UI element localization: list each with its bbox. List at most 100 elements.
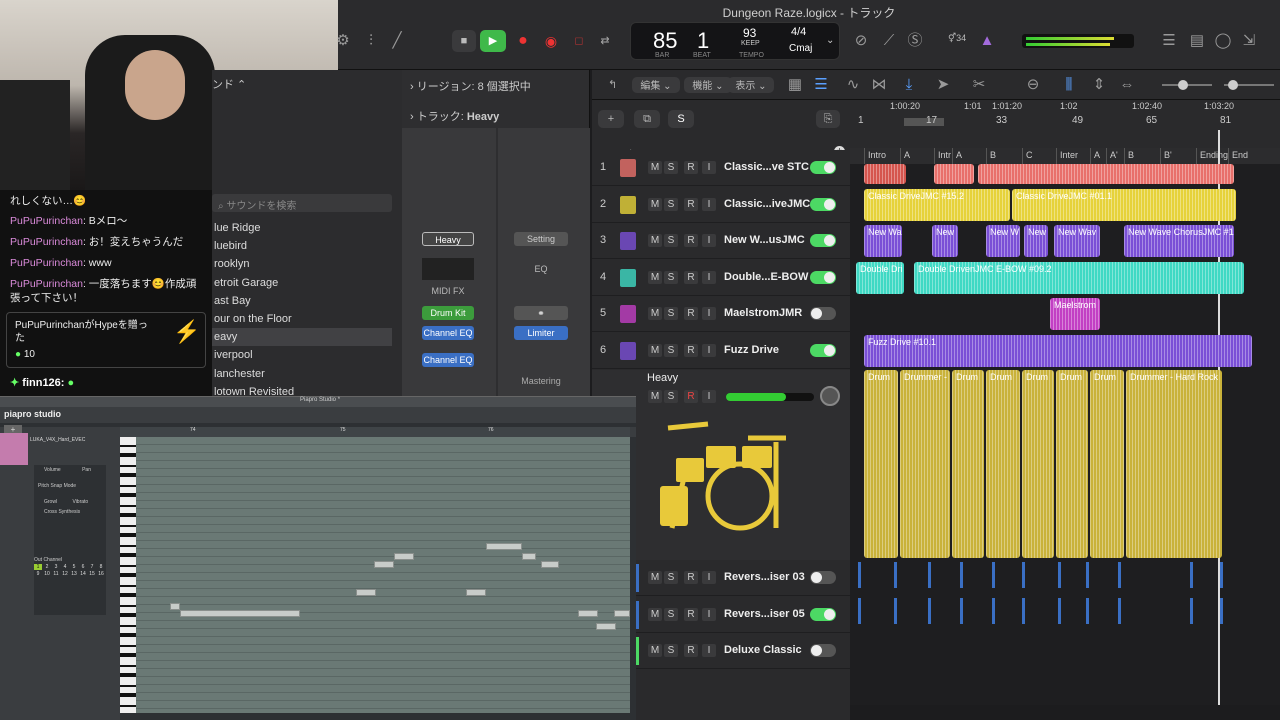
drummer-region[interactable]: Drummer - [900, 370, 950, 558]
midi-event[interactable] [1118, 598, 1121, 624]
add-track-button[interactable]: + [598, 110, 624, 128]
eq-thumbnail[interactable] [422, 258, 474, 280]
channel-button[interactable]: 7 [88, 564, 96, 570]
channel-button[interactable]: 11 [52, 571, 60, 577]
piapro-hscrollbar[interactable] [120, 713, 636, 720]
track-name[interactable]: Revers...iser 03 [724, 571, 805, 583]
mixer-icon[interactable]: ⫶ [360, 30, 382, 52]
drummer-region[interactable]: Drum [1090, 370, 1124, 558]
library-item[interactable]: ast Bay [212, 292, 392, 310]
loop-browser-icon[interactable]: ◯ [1212, 30, 1234, 52]
note[interactable] [578, 610, 598, 617]
edit-menu[interactable]: 編集 ⌄ [632, 77, 680, 93]
sound-search-input[interactable]: ⌕ サウンドを検索 [212, 194, 392, 212]
solo-button[interactable]: S [664, 571, 678, 584]
note[interactable] [596, 623, 616, 630]
input-monitor-button[interactable]: I [702, 270, 716, 284]
horizontal-zoom-slider[interactable] [1224, 80, 1274, 90]
tuner-triangle-icon[interactable]: ▲ [976, 30, 998, 52]
browser-icon[interactable]: ⇲ [1238, 30, 1260, 52]
cross-synthesis[interactable]: Cross Synthesis [34, 507, 106, 517]
note[interactable] [374, 561, 394, 568]
audio-region[interactable]: Double Dri [856, 261, 904, 294]
track-header[interactable]: 5 M S R I MaelstromJMR [592, 296, 850, 332]
midi-event[interactable] [1190, 598, 1193, 624]
pencil-icon[interactable]: ╱ [386, 30, 408, 52]
library-header[interactable]: ンド ⌃ [212, 76, 246, 92]
fit-vertical-icon[interactable]: ⇕ [1088, 74, 1110, 96]
audio-region[interactable]: Double DrivenJMC E-BOW #09.2 [914, 261, 1244, 294]
note[interactable] [394, 553, 414, 560]
midi-event[interactable] [1190, 562, 1193, 588]
audio-region[interactable]: New Wave ChorusJMC #1 [1124, 225, 1234, 257]
global-solo-button[interactable]: S [668, 110, 694, 128]
track-folder-button[interactable]: ⎘ [816, 110, 840, 128]
solo-button[interactable]: S [664, 270, 678, 284]
solo-button[interactable]: S [664, 197, 678, 211]
library-item-selected[interactable]: eavy [212, 328, 392, 347]
record-arm-button[interactable]: R [684, 644, 698, 657]
channel-button[interactable]: 16 [97, 571, 105, 577]
mute-button[interactable]: M [648, 644, 662, 657]
record-arm-button[interactable]: R [684, 571, 698, 584]
solo-button[interactable]: S [664, 307, 678, 320]
gear-icon[interactable]: ⚙ [332, 30, 354, 52]
track-on-toggle[interactable] [810, 270, 836, 284]
volume-slider[interactable] [726, 393, 814, 401]
channel-button[interactable]: 13 [70, 571, 78, 577]
cycle-region[interactable] [904, 118, 944, 126]
drummer-region[interactable]: Drum [1056, 370, 1088, 558]
grid-icon[interactable]: ▦ [784, 74, 806, 96]
channel-eq-plugin[interactable]: Channel EQ [422, 326, 474, 340]
marker[interactable]: B' [1160, 148, 1175, 164]
channel-button[interactable]: 12 [61, 571, 69, 577]
link-icon[interactable]: ⚭ [514, 306, 568, 320]
chevron-down-icon[interactable]: ⌄ [826, 35, 834, 46]
mute-button[interactable]: M [648, 270, 662, 284]
midi-event[interactable] [992, 598, 995, 624]
channel-button[interactable]: 14 [79, 571, 87, 577]
piano-keys[interactable] [120, 437, 136, 713]
midi-event[interactable] [1022, 562, 1025, 588]
mute-button[interactable]: M [648, 161, 662, 174]
audio-region[interactable]: Maelstrom [1050, 298, 1100, 330]
library-item[interactable]: etroit Garage [212, 274, 392, 292]
solo-button[interactable]: S [664, 607, 678, 621]
input-monitor-button[interactable]: I [702, 343, 716, 357]
track-header[interactable]: 3 M S R I New W...usJMC [592, 223, 850, 259]
catch-icon[interactable]: ⤓ [898, 74, 920, 96]
track-name[interactable]: Classic...ve STC [724, 161, 809, 173]
library-item[interactable]: rooklyn [212, 255, 392, 273]
track-name[interactable]: Fuzz Drive [724, 344, 779, 356]
notepad-icon[interactable]: ▤ [1186, 30, 1208, 52]
duplicate-track-button[interactable]: ⧉ [634, 110, 660, 128]
input-monitor-button[interactable]: I [702, 234, 716, 247]
input-monitor-button[interactable]: I [702, 571, 716, 584]
input-monitor-button[interactable]: I [702, 197, 716, 211]
input-monitor-button[interactable]: I [702, 607, 716, 621]
track-on-toggle[interactable] [810, 197, 836, 211]
lcd-display[interactable]: 85 1 BAR BEAT 93 KEEP TEMPO 4/4 Cmaj ⌄ [630, 22, 840, 60]
audio-region[interactable] [978, 164, 1234, 184]
track-header[interactable]: 1 M S R I Classic...ve STC [592, 150, 850, 186]
mute-button[interactable]: M [648, 307, 662, 320]
audio-region[interactable]: New W [986, 225, 1020, 257]
midi-fx-label[interactable]: MIDI FX [422, 286, 474, 296]
piano-roll[interactable] [136, 437, 630, 713]
list-view-icon[interactable]: ☰ [810, 74, 832, 96]
note[interactable] [170, 603, 180, 610]
record-button[interactable]: ● [512, 30, 534, 52]
marker[interactable]: B [1124, 148, 1137, 164]
track-on-toggle[interactable] [810, 571, 836, 584]
capture-record-button[interactable]: ◉ [540, 30, 562, 52]
midi-event[interactable] [1220, 562, 1223, 588]
cycle-icon[interactable]: ⇄ [594, 30, 616, 52]
track-on-toggle[interactable] [810, 343, 836, 357]
drummer-region[interactable]: Drum [1022, 370, 1054, 558]
solo-button[interactable]: S [664, 343, 678, 357]
track-header[interactable]: 2 M S R I Classic...iveJMC [592, 187, 850, 223]
automation-icon[interactable]: ∿ [842, 74, 864, 96]
eq-label[interactable]: EQ [514, 264, 568, 274]
midi-event[interactable] [960, 562, 963, 588]
midi-event[interactable] [928, 598, 931, 624]
